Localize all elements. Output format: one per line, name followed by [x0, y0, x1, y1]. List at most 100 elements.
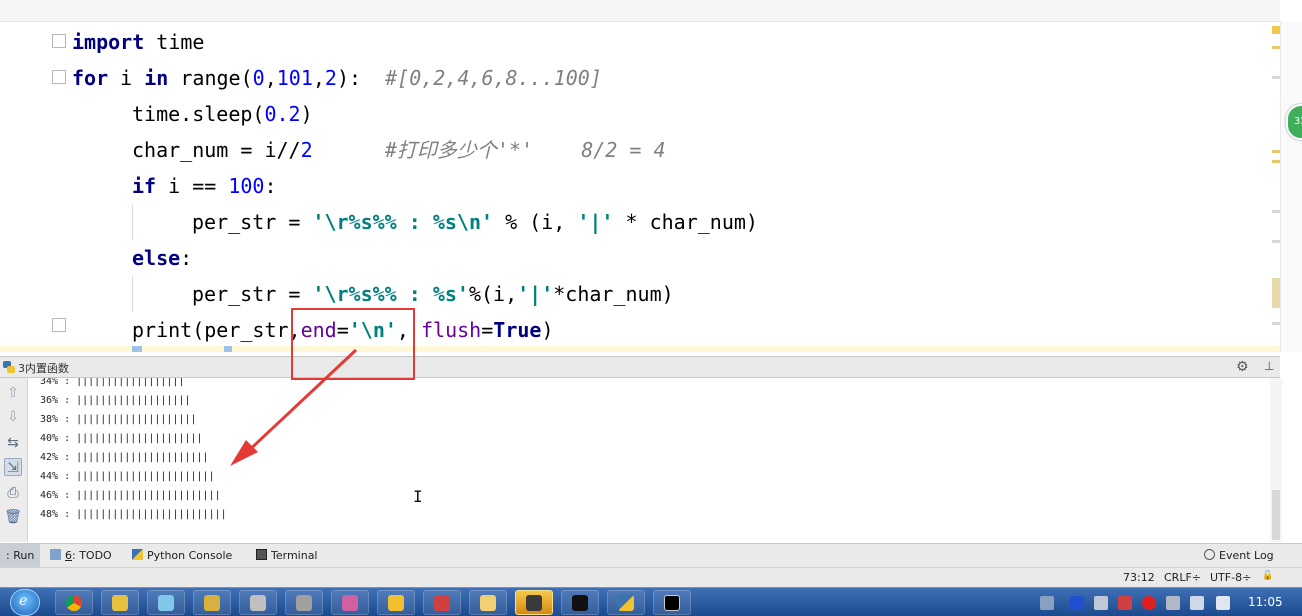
run-toolbar: ⇧ ⇩ ⇆ ⇲ ⎙ 🗑 [0, 378, 28, 542]
taskbar-app[interactable] [193, 590, 231, 615]
python-icon [618, 595, 634, 611]
tab-todo-label: : TODO [72, 549, 112, 562]
fold-marker[interactable] [52, 70, 66, 84]
taskbar-cmd[interactable] [653, 590, 691, 615]
code-token: : [180, 246, 193, 270]
soft-wrap-icon[interactable]: ⇆ [4, 434, 22, 452]
keyboard-icon[interactable] [1040, 596, 1054, 610]
gear-icon[interactable]: ⚙ [1236, 359, 1249, 375]
lock-icon[interactable]: 🔓 [1262, 571, 1273, 581]
error-stripe-mark[interactable] [1272, 322, 1280, 325]
hide-panel-icon[interactable]: ⊥ [1264, 359, 1274, 373]
console-scrollbar-thumb[interactable] [1272, 490, 1280, 540]
fold-marker[interactable] [52, 318, 66, 332]
tab-terminal[interactable]: Terminal [250, 544, 324, 568]
error-stripe-mark[interactable] [1272, 210, 1280, 213]
fold-marker[interactable] [52, 34, 66, 48]
editor-scrollbar[interactable] [1280, 22, 1302, 352]
taskbar-notepad[interactable] [147, 590, 185, 615]
tab-python-console[interactable]: Python Console [126, 544, 238, 568]
taskbar-app-active[interactable] [515, 590, 553, 615]
taskbar-app[interactable] [377, 590, 415, 615]
console-output[interactable]: 34% : |||||||||||||||||| 36% : ||||||||||… [28, 378, 1280, 542]
code-token: i [108, 66, 145, 90]
taskbar-chrome[interactable] [55, 590, 93, 615]
taskbar-app[interactable] [101, 590, 139, 615]
scroll-to-end-icon[interactable]: ⇲ [4, 458, 22, 476]
taskbar-app[interactable] [423, 590, 461, 615]
app-icon [342, 595, 358, 611]
code-line[interactable]: per_str = '\r%s%% : %s'%(i,'|'*char_num) [0, 276, 1270, 312]
annotation-highlight-box [291, 308, 415, 380]
code-line[interactable]: per_str = '\r%s%% : %s\n' % (i, '|' * ch… [0, 204, 1270, 240]
tab-event-log[interactable]: Event Log [1198, 544, 1280, 568]
error-stripe-mark[interactable] [1272, 150, 1280, 153]
code-token: char_num = i// [132, 138, 301, 162]
code-line[interactable]: else: [0, 240, 1270, 276]
code-line[interactable]: char_num = i//2 #打印多少个'*' 8/2 = 4 [0, 132, 1270, 168]
taskbar-pycharm[interactable] [561, 590, 599, 615]
error-stripe-mark[interactable] [1272, 240, 1280, 243]
run-panel-title: 3内置函数 [18, 362, 69, 375]
arrow-up-icon[interactable]: ⇧ [4, 384, 22, 402]
inspection-indicator[interactable] [1272, 26, 1280, 34]
code-token: import [72, 30, 145, 54]
tab-todo-number: 6 [65, 549, 72, 562]
code-token: '|' [577, 210, 614, 234]
volume-icon[interactable] [1216, 596, 1230, 610]
clock[interactable]: 11:05 [1248, 595, 1283, 609]
code-token: , [264, 66, 277, 90]
code-token: 2 [324, 66, 337, 90]
network-icon[interactable] [1190, 596, 1204, 610]
code-line[interactable]: for i in range(0,101,2): #[0,2,4,6,8...1… [0, 60, 1270, 96]
code-token: range( [168, 66, 253, 90]
code-token: if [132, 174, 157, 198]
start-button[interactable]: e [10, 589, 40, 616]
code-token: per_str = [192, 282, 313, 306]
record-icon[interactable] [1142, 596, 1156, 610]
error-stripe-mark[interactable] [1272, 46, 1280, 49]
line-separator[interactable]: CRLF÷ [1164, 571, 1201, 584]
arrow-down-icon[interactable]: ⇩ [4, 408, 22, 426]
notepad-icon [158, 595, 174, 611]
app-icon [250, 595, 266, 611]
tray-icon[interactable] [1094, 596, 1108, 610]
taskbar-app[interactable] [239, 590, 277, 615]
error-stripe-mark[interactable] [1272, 278, 1280, 308]
caret-position[interactable]: 73:12 [1123, 571, 1155, 584]
tab-run[interactable]: : Run [0, 544, 41, 568]
taskbar-explorer[interactable] [469, 590, 507, 615]
code-line[interactable]: time.sleep(0.2) [0, 96, 1270, 132]
trash-icon[interactable]: 🗑 [4, 508, 22, 526]
code-token: time.sleep( [132, 102, 265, 126]
code-editor[interactable]: import time for i in range(0,101,2): #[0,… [0, 0, 1280, 352]
file-encoding[interactable]: UTF-8÷ [1210, 571, 1251, 584]
console-line: 46% : |||||||||||||||||||||||| [40, 490, 221, 501]
taskbar-python[interactable] [607, 590, 645, 615]
tray-icon[interactable] [1166, 596, 1180, 610]
taskbar-app[interactable] [285, 590, 323, 615]
code-line[interactable]: print(per_str,end='\n', flush=True) [0, 312, 1270, 348]
code-token: = [481, 318, 494, 342]
print-icon[interactable]: ⎙ [4, 484, 22, 502]
python-icon [3, 361, 15, 373]
code-token: #[0,2,4,6,8...100] [385, 66, 602, 90]
caret-indicator [224, 346, 232, 352]
code-token: : [264, 174, 277, 198]
code-token: * char_num) [613, 210, 758, 234]
code-token: ) [541, 318, 554, 342]
error-stripe-mark[interactable] [1272, 76, 1280, 79]
taskbar-app[interactable] [331, 590, 369, 615]
event-log-icon [1204, 549, 1215, 560]
tray-icon[interactable] [1118, 596, 1132, 610]
tab-todo[interactable]: 6: TODO [44, 544, 118, 568]
error-stripe-mark[interactable] [1272, 160, 1280, 163]
code-token: #打印多少个'*' 8/2 = 4 [384, 138, 666, 162]
code-line[interactable]: import time [0, 24, 1270, 60]
code-token: else [132, 246, 181, 270]
code-line[interactable]: if i == 100: [0, 168, 1270, 204]
tab-terminal-label: Terminal [271, 549, 318, 562]
tray-p-icon[interactable] [1070, 596, 1084, 610]
code-token: flush [421, 318, 482, 342]
indent-guide [132, 204, 133, 240]
